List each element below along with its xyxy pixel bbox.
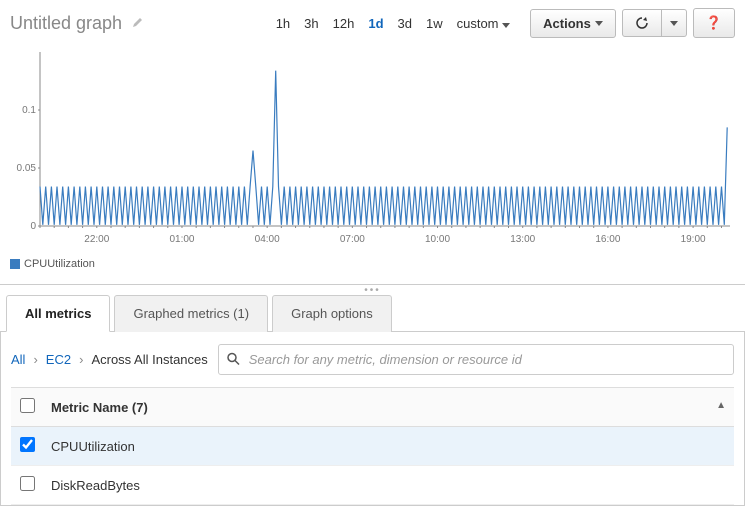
metric-name-cell: DiskReadBytes [43, 466, 734, 505]
legend-swatch [10, 259, 20, 269]
time-12h[interactable]: 12h [327, 12, 361, 35]
table-row[interactable]: DiskReadBytes [11, 466, 734, 505]
time-range-selector: 1h 3h 12h 1d 3d 1w custom [270, 12, 516, 35]
breadcrumb-namespace[interactable]: EC2 [46, 352, 71, 367]
time-1w[interactable]: 1w [420, 12, 449, 35]
caret-down-icon [502, 23, 510, 28]
row-checkbox[interactable] [20, 476, 35, 491]
svg-text:22:00: 22:00 [84, 234, 109, 245]
time-1h[interactable]: 1h [270, 12, 296, 35]
edit-title-icon[interactable] [132, 16, 144, 31]
tab-all-metrics[interactable]: All metrics [6, 295, 110, 332]
svg-text:0.05: 0.05 [17, 163, 37, 174]
row-checkbox[interactable] [20, 437, 35, 452]
svg-text:04:00: 04:00 [255, 234, 280, 245]
line-chart[interactable]: 0 0.05 0.1 22:00 01:00 04:00 07:00 10:00 13:00 16… [10, 46, 735, 246]
breadcrumb: All › EC2 › Across All Instances [11, 352, 208, 367]
help-button[interactable]: ❓ [693, 8, 735, 38]
svg-text:0.1: 0.1 [22, 105, 36, 116]
time-custom[interactable]: custom [451, 12, 517, 35]
time-3h[interactable]: 3h [298, 12, 324, 35]
chevron-right-icon: › [79, 352, 83, 367]
breadcrumb-current: Across All Instances [91, 352, 207, 367]
chevron-right-icon: › [33, 352, 37, 367]
svg-text:16:00: 16:00 [595, 234, 620, 245]
svg-text:13:00: 13:00 [510, 234, 535, 245]
svg-text:19:00: 19:00 [681, 234, 706, 245]
tab-graph-options[interactable]: Graph options [272, 295, 392, 332]
tab-bar: All metrics Graphed metrics (1) Graph op… [0, 294, 745, 332]
tab-graphed-metrics[interactable]: Graphed metrics (1) [114, 295, 268, 332]
caret-down-icon [670, 21, 678, 26]
svg-text:01:00: 01:00 [169, 234, 194, 245]
refresh-button[interactable] [622, 9, 662, 37]
page-title: Untitled graph [10, 13, 122, 34]
caret-down-icon [595, 21, 603, 26]
svg-text:07:00: 07:00 [340, 234, 365, 245]
time-1d[interactable]: 1d [362, 12, 389, 35]
help-icon: ❓ [706, 15, 722, 31]
metrics-table: Metric Name (7) ▲ CPUUtilization DiskRea… [11, 387, 734, 505]
svg-text:0: 0 [30, 221, 36, 232]
splitter-handle[interactable]: ••• [0, 284, 745, 294]
actions-button[interactable]: Actions [530, 9, 616, 38]
select-all-checkbox[interactable] [20, 398, 35, 413]
chart: 0 0.05 0.1 22:00 01:00 04:00 07:00 10:00 13:00 16… [0, 46, 745, 254]
table-row[interactable]: CPUUtilization [11, 427, 734, 466]
metric-name-cell: CPUUtilization [43, 427, 734, 466]
time-3d[interactable]: 3d [392, 12, 418, 35]
search-icon [226, 351, 240, 368]
column-header-metric-name[interactable]: Metric Name (7) ▲ [43, 388, 734, 427]
refresh-options-button[interactable] [662, 9, 687, 37]
breadcrumb-all[interactable]: All [11, 352, 25, 367]
svg-text:10:00: 10:00 [425, 234, 450, 245]
sort-asc-icon: ▲ [716, 400, 726, 411]
legend-label: CPUUtilization [24, 258, 95, 270]
search-input[interactable] [218, 344, 734, 375]
chart-legend: CPUUtilization [0, 254, 745, 280]
refresh-icon [635, 16, 649, 30]
